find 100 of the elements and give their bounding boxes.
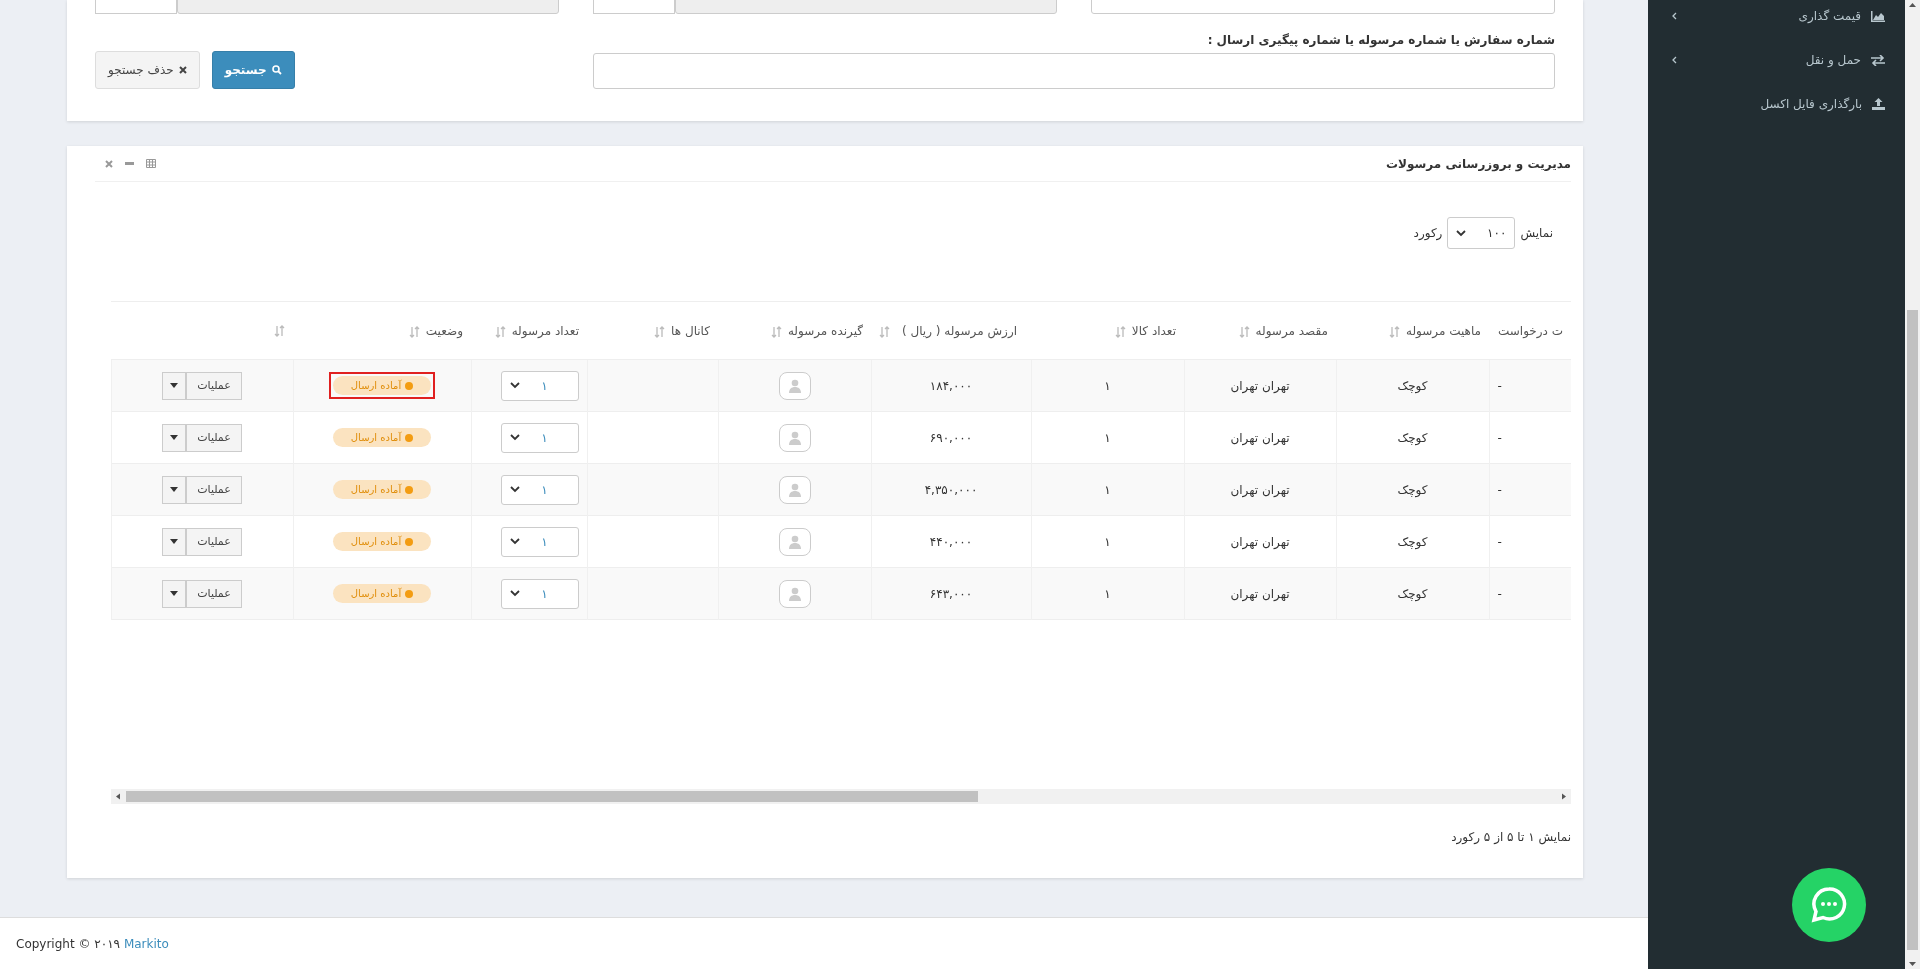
sort-icon[interactable]: [654, 325, 666, 338]
horizontal-scrollbar[interactable]: [111, 789, 1571, 804]
column-header: ماهیت مرسوله: [1405, 323, 1481, 338]
chevron-down-icon: [509, 538, 520, 545]
column-header: وضعیت: [425, 323, 463, 338]
table-cell: ۱: [1104, 586, 1111, 601]
exchange-icon: [1871, 54, 1885, 66]
sort-icon[interactable]: [494, 325, 506, 338]
table-cell: ۱: [1104, 482, 1111, 497]
table-cell: تهران تهران: [1230, 482, 1290, 497]
page-size-select[interactable]: ۱۰۰: [1447, 217, 1516, 249]
person-icon: [787, 430, 802, 445]
table-icon[interactable]: [146, 159, 156, 168]
table-cell: -: [1497, 534, 1502, 549]
recipient-avatar-button[interactable]: [778, 371, 811, 400]
table-cell: کوچک: [1397, 482, 1428, 497]
chat-bubble-icon: [1809, 885, 1849, 925]
chevron-left-icon: [1672, 12, 1677, 20]
table-cell: ۶۹۰,۰۰۰: [929, 430, 973, 445]
sort-icon[interactable]: [1238, 325, 1250, 338]
table-cell: ۱۸۴,۰۰۰: [929, 378, 973, 393]
person-icon: [787, 482, 802, 497]
table-cell: کوچک: [1397, 586, 1428, 601]
dropdown-toggle-button[interactable]: [162, 371, 187, 400]
table-cell: کوچک: [1397, 430, 1428, 445]
dropdown-toggle-button[interactable]: [162, 579, 187, 608]
operations-button[interactable]: عملیات: [186, 579, 242, 608]
operations-button[interactable]: عملیات: [186, 423, 242, 452]
dropdown-toggle-button[interactable]: [162, 527, 187, 556]
operations-button[interactable]: عملیات: [186, 371, 242, 400]
caret-icon: [170, 539, 179, 544]
person-icon: [787, 586, 802, 601]
table-cell: ۴,۳۵۰,۰۰۰: [924, 482, 978, 497]
search-button[interactable]: جستجو: [211, 51, 295, 89]
quantity-select[interactable]: ۱: [500, 474, 579, 505]
recipient-avatar-button[interactable]: [778, 475, 811, 504]
page-size-label: رکورد: [1413, 226, 1443, 240]
quantity-select[interactable]: ۱: [500, 370, 579, 401]
chevron-down-icon: [1456, 229, 1467, 237]
table-cell: کوچک: [1397, 378, 1428, 393]
status-badge: آماده ارسال: [328, 372, 436, 399]
table-cell: -: [1497, 378, 1502, 393]
footer-link[interactable]: Markito: [123, 936, 169, 951]
column-header: کانال ها: [671, 323, 710, 338]
clear-search-button[interactable]: حذف جستجو: [95, 51, 200, 89]
table-cell: -: [1497, 430, 1502, 445]
vertical-scrollbar[interactable]: [1905, 0, 1920, 969]
table-cell: کوچک: [1397, 534, 1428, 549]
caret-icon: [170, 435, 179, 440]
recipient-avatar-button[interactable]: [778, 423, 811, 452]
operations-button[interactable]: عملیات: [186, 475, 242, 504]
panel-title: مدیریت و بروزرسانی مرسولات: [1386, 156, 1571, 171]
sort-icon[interactable]: [770, 325, 782, 338]
table-cell: ۶۴۳,۰۰۰: [929, 586, 973, 601]
minimize-icon[interactable]: [125, 162, 134, 165]
search-input[interactable]: [593, 53, 1555, 89]
column-header: تعداد کالا: [1131, 323, 1176, 338]
pagination-info: نمایش ۱ تا ۵ از ۵ رکورد: [1450, 830, 1571, 844]
sort-icon[interactable]: [408, 325, 420, 338]
sidebar-item[interactable]: قیمت گذاری: [1648, 0, 1905, 38]
person-icon: [787, 378, 802, 393]
chevron-down-icon: [509, 486, 520, 493]
person-icon: [787, 534, 802, 549]
quantity-select[interactable]: ۱: [500, 578, 579, 609]
quantity-select[interactable]: ۱: [500, 422, 579, 453]
column-header: مقصد مرسوله: [1255, 323, 1328, 338]
dropdown-toggle-button[interactable]: [162, 475, 187, 504]
column-header: تعداد مرسوله: [511, 323, 579, 338]
recipient-avatar-button[interactable]: [778, 579, 811, 608]
sidebar-item[interactable]: بارگذاری فایل اکسل: [1648, 82, 1905, 126]
table-cell: ۱: [1104, 378, 1111, 393]
upload-icon: [1872, 98, 1885, 110]
caret-icon: [170, 591, 179, 596]
table-cell: ۴۴۰,۰۰۰: [929, 534, 973, 549]
table-cell: تهران تهران: [1230, 586, 1290, 601]
area-chart-icon: [1871, 10, 1885, 22]
dropdown-toggle-button[interactable]: [162, 423, 187, 452]
quantity-select[interactable]: ۱: [500, 526, 579, 557]
table-cell: -: [1497, 482, 1502, 497]
operations-button[interactable]: عملیات: [186, 527, 242, 556]
sidebar-item[interactable]: حمل و نقل: [1648, 38, 1905, 82]
table-cell: تهران تهران: [1230, 378, 1290, 393]
recipient-avatar-button[interactable]: [778, 527, 811, 556]
table-cell: تهران تهران: [1230, 430, 1290, 445]
column-header: گیرنده مرسوله: [787, 323, 863, 338]
close-icon[interactable]: [105, 159, 113, 168]
table-cell: ۱: [1104, 430, 1111, 445]
sort-icon[interactable]: [1114, 325, 1126, 338]
field-label: شماره سفارش یا شماره مرسوله یا شماره پیگیری ارسال :: [1206, 33, 1555, 47]
table-cell: -: [1497, 586, 1502, 601]
caret-icon: [170, 487, 179, 492]
sort-icon[interactable]: [879, 325, 890, 338]
sort-icon[interactable]: [274, 324, 285, 337]
page-size-label: نمایش: [1520, 226, 1553, 240]
sort-icon[interactable]: [1388, 325, 1400, 338]
close-icon: [178, 66, 187, 74]
column-header: ارزش مرسوله ( ریال ): [900, 323, 1019, 338]
chevron-left-icon: [1672, 56, 1677, 64]
chevron-down-icon: [509, 382, 520, 389]
search-icon: [271, 65, 282, 75]
